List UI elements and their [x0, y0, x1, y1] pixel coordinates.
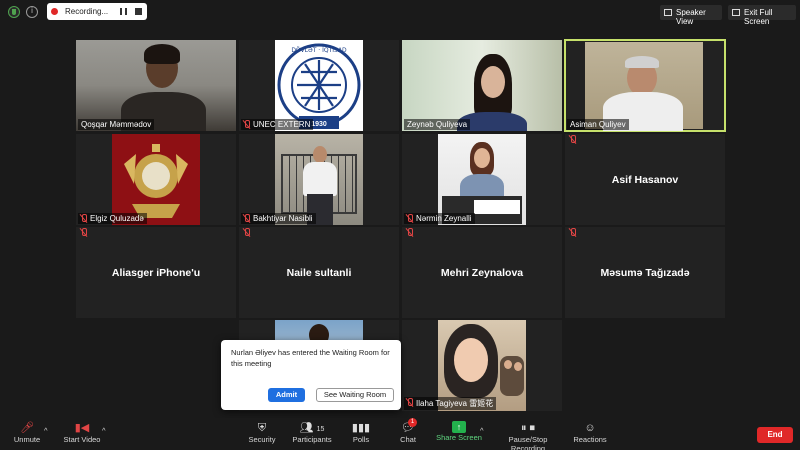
participant-name: Zeynəb Quliyeva [404, 119, 471, 130]
exit-full-screen-icon [732, 9, 740, 16]
pause-recording-icon[interactable] [120, 8, 127, 15]
polls-chart-icon: ▮▮▮ [351, 422, 371, 434]
start-video-button[interactable]: ▮◀︎ Start Video [62, 421, 102, 444]
video-options-caret-icon[interactable]: ^ [102, 426, 106, 435]
participant-video [76, 40, 236, 131]
speaker-view-icon [664, 9, 672, 16]
share-screen-arrow-icon: ↑ [452, 421, 466, 433]
muted-mic-icon [569, 135, 577, 144]
polls-button[interactable]: ▮▮▮ Polls [348, 421, 374, 444]
video-tile-qosqar[interactable]: Qoşqar Məmmədov [76, 40, 236, 131]
participant-name: Aliasger iPhone'u [111, 266, 201, 279]
reactions-button[interactable]: ☺︎ Reactions [573, 421, 607, 444]
video-tile-nermin[interactable]: Nərmin Zeynalli [402, 134, 562, 225]
start-video-label: Start Video [63, 435, 101, 444]
pause-stop-icon: ⏸︎ ⏹︎ [520, 422, 536, 434]
speaker-view-button[interactable]: Speaker View [660, 5, 722, 26]
security-label: Security [248, 435, 276, 444]
see-waiting-room-button[interactable]: See Waiting Room [316, 388, 394, 402]
video-off-icon: ▮◀︎ [74, 422, 90, 434]
muted-mic-icon [569, 228, 577, 237]
audio-options-caret-icon[interactable]: ^ [44, 426, 48, 435]
participant-photo [438, 134, 526, 225]
share-screen-label: Share Screen [436, 433, 482, 442]
participant-name: Asiman Quliyev [567, 119, 629, 130]
recording-label: Recording... [65, 7, 109, 16]
participants-button[interactable]: 👥︎ 15 Participants [290, 421, 334, 444]
svg-text:DÖVLƏT · İQTİSAD: DÖVLƏT · İQTİSAD [291, 47, 347, 54]
waiting-room-notification: Nurlan Əliyev has entered the Waiting Ro… [221, 340, 401, 410]
participant-name: Qoşqar Məmmədov [78, 119, 155, 130]
unec-logo: DÖVLƏT · İQTİSAD 1930 [275, 40, 363, 131]
video-tile-bakhtiyar[interactable]: Bakhtiyar Nasibli [239, 134, 399, 225]
participant-video [402, 40, 562, 131]
video-tile-asiman-active-speaker[interactable]: Asiman Quliyev [564, 39, 726, 132]
unmute-label: Unmute [13, 435, 41, 444]
recording-dot-icon [51, 8, 58, 15]
muted-mic-icon [243, 120, 251, 129]
muted-mic-icon [406, 228, 414, 237]
muted-mic-icon [243, 214, 251, 223]
video-tile-mehri[interactable]: Mehri Zeynalova [402, 227, 562, 318]
share-screen-button[interactable]: ↑ Share Screen [436, 421, 482, 442]
exit-full-screen-button[interactable]: Exit Full Screen [728, 5, 796, 26]
exit-full-screen-label: Exit Full Screen [744, 8, 773, 26]
pause-stop-recording-label: Pause/Stop Recording [508, 435, 548, 450]
participants-icon: 👥︎ 15 [299, 422, 325, 434]
video-tile-zeyneb[interactable]: Zeynəb Quliyeva [402, 40, 562, 131]
participant-video [585, 42, 703, 131]
video-tile-elgiz[interactable]: Elgiz Quluzadə [76, 134, 236, 225]
muted-mic-icon [243, 228, 251, 237]
meeting-controls-toolbar: 🎤︎ Unmute ^ ▮◀︎ Start Video ^ ⛨ Security… [0, 418, 800, 450]
chat-label: Chat [400, 435, 416, 444]
muted-mic-icon [406, 214, 414, 223]
reactions-smiley-icon: ☺︎ [584, 422, 596, 434]
muted-mic-icon [406, 398, 414, 407]
participant-name: Mehri Zeynalova [440, 266, 524, 279]
polls-label: Polls [352, 435, 370, 444]
end-meeting-button[interactable]: End [757, 427, 793, 443]
share-options-caret-icon[interactable]: ^ [480, 426, 484, 435]
participants-count: 15 [316, 426, 325, 433]
security-shield-icon: ⛨ [257, 422, 267, 434]
admit-button[interactable]: Admit [268, 388, 305, 402]
muted-mic-icon [80, 214, 88, 223]
stop-recording-icon[interactable] [135, 8, 142, 15]
security-button[interactable]: ⛨ Security [245, 421, 279, 444]
ottoman-emblem-image [112, 134, 200, 225]
participant-name: Məsumə Tağızadə [600, 266, 690, 279]
video-tile-mesume[interactable]: Məsumə Tağızadə [565, 227, 725, 318]
recording-indicator: Recording... [47, 3, 147, 20]
participant-name: Bakhtiyar Nasibli [241, 213, 316, 224]
participants-label: Participants [292, 435, 332, 444]
video-tile-ilaha[interactable]: Ilaha Tagiyeva 雷姬花 [402, 320, 562, 411]
chat-button[interactable]: 💬︎ 1 Chat [396, 418, 420, 444]
encryption-shield-icon[interactable] [8, 6, 20, 18]
video-tile-aliasger[interactable]: Aliasger iPhone'u [76, 227, 236, 318]
speaker-view-label: Speaker View [676, 8, 706, 26]
meeting-info-icon[interactable] [26, 6, 38, 18]
waiting-room-message: Nurlan Əliyev has entered the Waiting Ro… [231, 348, 390, 368]
video-tile-naile[interactable]: Naile sultanli [239, 227, 399, 318]
participant-name: Nərmin Zeynalli [404, 213, 475, 224]
muted-mic-icon [80, 228, 88, 237]
chat-unread-badge: 1 [408, 418, 417, 427]
participant-name: Asif Hasanov [611, 173, 679, 186]
meeting-top-bar: Recording... Speaker View Exit Full Scre… [0, 0, 800, 26]
unmute-button[interactable]: 🎤︎ Unmute [10, 421, 44, 444]
muted-microphone-icon: 🎤︎ [20, 422, 34, 434]
reactions-label: Reactions [573, 435, 607, 444]
participant-name: Elgiz Quluzadə [78, 213, 147, 224]
video-tile-asif[interactable]: Asif Hasanov [565, 134, 725, 225]
participant-photo [275, 134, 363, 225]
participant-name: Naile sultanli [286, 266, 352, 279]
participant-name: UNEC EXTERN [241, 119, 314, 130]
pause-stop-recording-button[interactable]: ⏸︎ ⏹︎ Pause/Stop Recording [492, 421, 564, 450]
participant-name: Ilaha Tagiyeva 雷姬花 [404, 397, 497, 410]
video-tile-unec-extern[interactable]: DÖVLƏT · İQTİSAD 1930 UNEC EXTERN [239, 40, 399, 131]
